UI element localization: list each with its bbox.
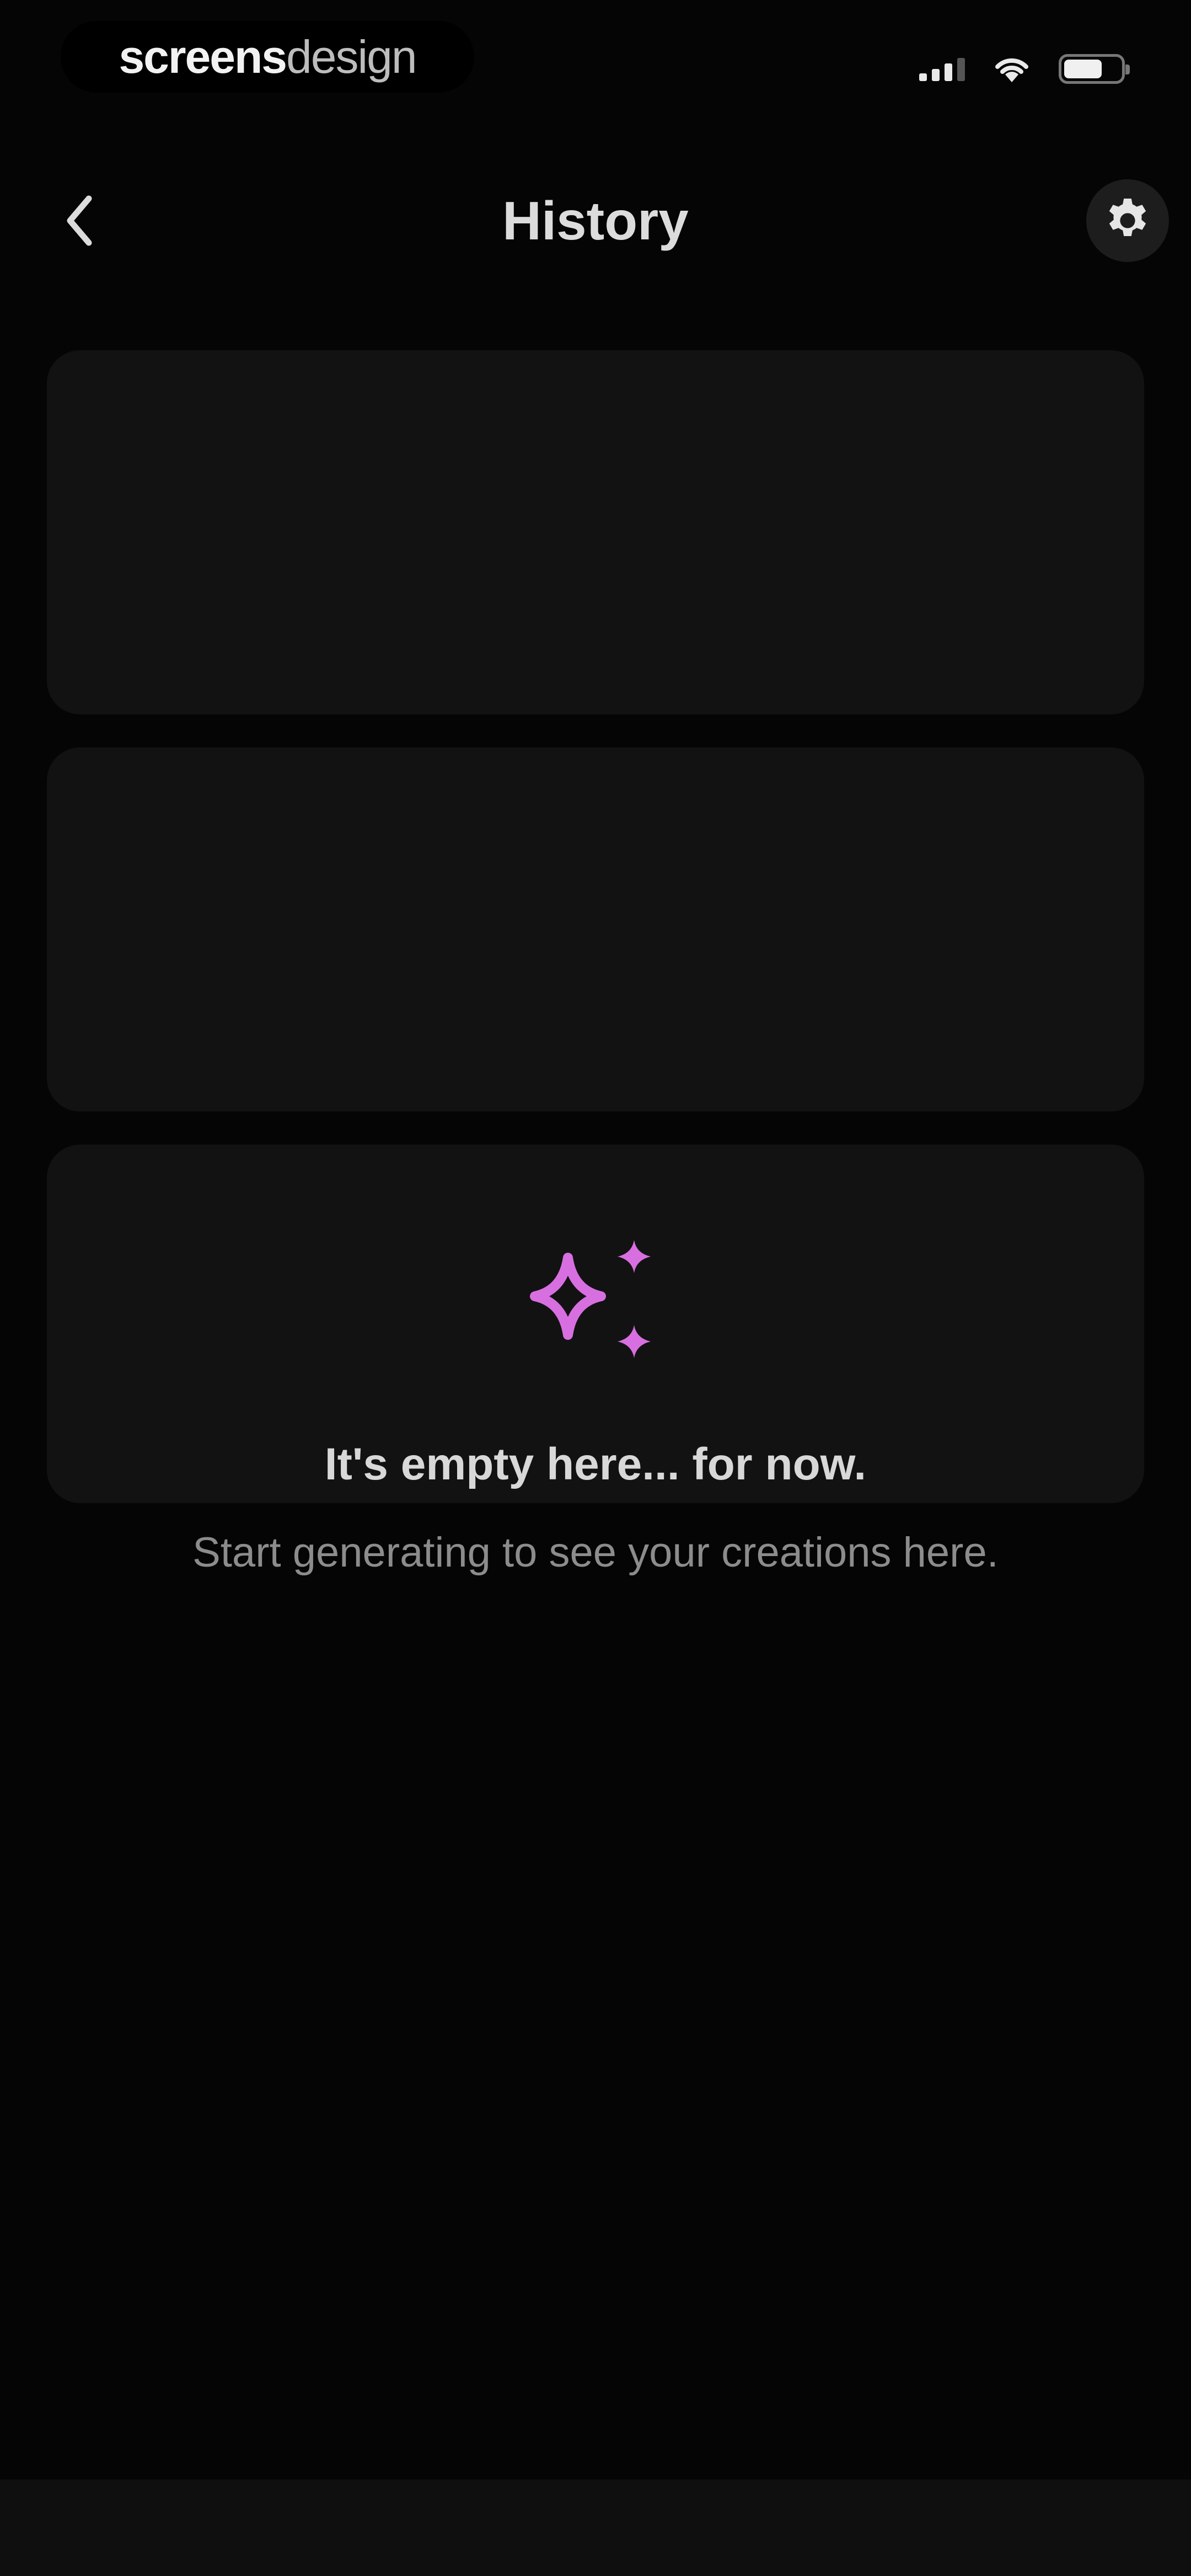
history-placeholder-card — [47, 350, 1144, 714]
history-screen: screens design History It's empty here..… — [0, 0, 1191, 2576]
signal-icon — [919, 57, 965, 81]
history-placeholder-card — [47, 747, 1144, 1111]
bottom-bar — [0, 2479, 1191, 2576]
status-bar: screens design — [0, 0, 1191, 121]
battery-icon — [1059, 54, 1130, 84]
settings-button[interactable] — [1086, 179, 1169, 262]
sparkles-icon — [518, 1236, 673, 1379]
page-title: History — [502, 190, 689, 251]
header: History — [0, 165, 1191, 276]
status-icons — [919, 47, 1130, 91]
empty-state-title: It's empty here... for now. — [324, 1439, 867, 1489]
brand-watermark: screens design — [61, 21, 474, 93]
empty-state-subtitle: Start generating to see your creations h… — [192, 1529, 999, 1576]
wifi-icon — [995, 58, 1028, 82]
brand-light-text: design — [286, 30, 417, 83]
gear-icon — [1109, 199, 1146, 236]
brand-strong-text: screens — [119, 30, 287, 83]
